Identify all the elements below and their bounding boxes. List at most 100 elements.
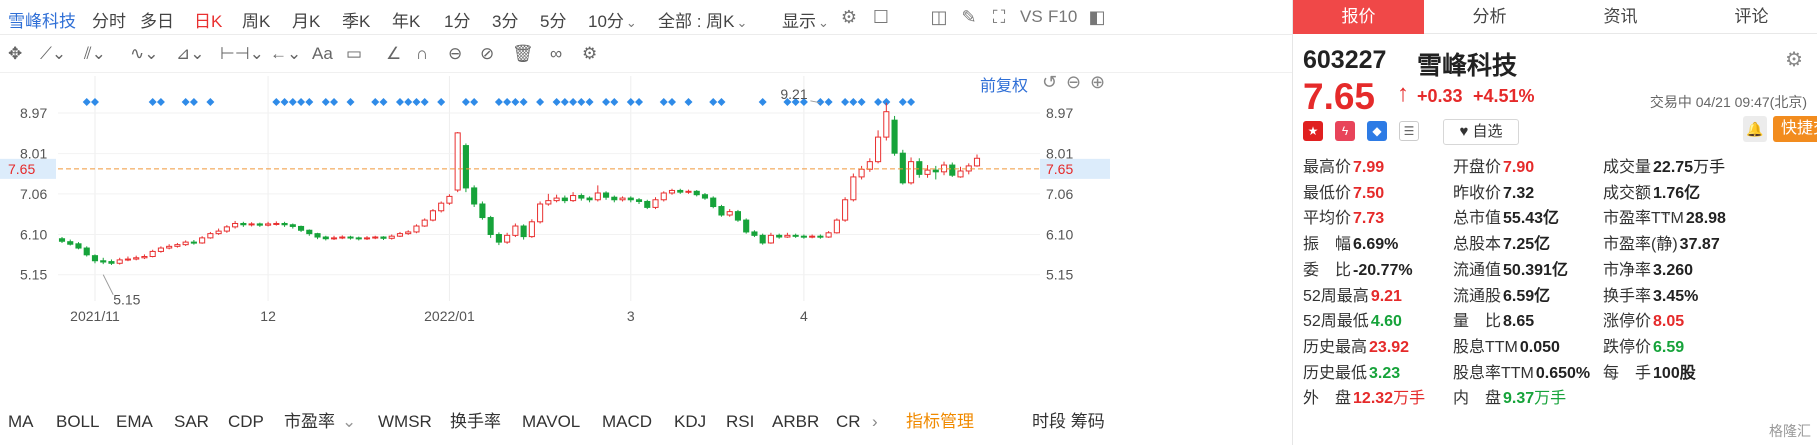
quote-label: 成交额 <box>1603 184 1652 202</box>
quote-value: 8.65 <box>1503 313 1535 331</box>
vs-button[interactable]: VS <box>1020 7 1043 27</box>
candle-body <box>388 235 395 239</box>
candle-body <box>512 225 519 236</box>
candle-body <box>652 199 659 208</box>
quote-label: 量 比 <box>1453 313 1502 331</box>
period-tab[interactable]: 多日 <box>140 7 174 32</box>
angle-tool-icon[interactable]: ∠ <box>386 44 401 64</box>
session-chips-toggle[interactable]: 时段 筹码 <box>1032 402 1105 442</box>
indicator-tab[interactable]: SAR <box>174 402 209 442</box>
period-tab[interactable]: 季K <box>342 7 370 32</box>
tab-news[interactable]: 资讯 <box>1555 0 1686 34</box>
f10-button[interactable]: F10 <box>1048 7 1077 27</box>
y-tick-label-right: 6.10 <box>1046 226 1073 242</box>
camera-icon[interactable]: ◫ <box>928 6 950 28</box>
quick-trade-button[interactable]: 快捷交易 <box>1773 116 1817 142</box>
bell-icon[interactable]: 🔔 <box>1743 116 1767 142</box>
indicator-tab[interactable]: ARBR <box>772 402 819 442</box>
period-tab[interactable]: 周K <box>242 7 270 32</box>
lock-icon[interactable]: ⊖ <box>448 44 462 64</box>
candle-body <box>256 223 263 226</box>
square-icon[interactable]: ☐ <box>870 6 892 28</box>
candlestick-chart[interactable]: 8.97 8.978.01 8.017.06 7.066.10 6.105.15 5.15… <box>0 76 1110 331</box>
text-tool-icon[interactable]: Aa <box>312 44 333 64</box>
wave-tool-icon[interactable]: ∿⌄ <box>130 44 159 64</box>
tab-comments[interactable]: 评论 <box>1686 0 1817 34</box>
move-icon[interactable]: ✥ <box>8 44 22 64</box>
candle-body <box>932 169 939 173</box>
candle-body <box>627 197 634 201</box>
chevron-down-icon[interactable]: ⌄ <box>342 402 356 442</box>
period-tab[interactable]: 1分 <box>444 7 470 32</box>
pencil-icon[interactable]: ✎ <box>958 6 980 28</box>
zoom-in-icon[interactable]: ⊕ <box>1090 72 1105 93</box>
magnet-icon[interactable]: ∩ <box>416 44 428 64</box>
period-tab[interactable]: 5分 <box>540 7 566 32</box>
fib-tool-icon[interactable]: ⊿⌄ <box>176 44 205 64</box>
watermark: 格隆汇 <box>1769 423 1811 439</box>
event-marker <box>395 98 404 106</box>
candle-body <box>446 195 453 204</box>
candle-body <box>858 168 865 178</box>
tab-quote[interactable]: 报价 <box>1293 0 1424 34</box>
zoom-out-icon[interactable]: ⊖ <box>1066 72 1081 93</box>
quote-value: 28.98 <box>1685 210 1726 228</box>
arrow-tool-icon[interactable]: ←⌄ <box>270 44 301 64</box>
indicator-bar: MA BOLL EMA SAR CDP 市盈率 ⌄ WMSR 换手率 MAVOL… <box>0 402 1292 442</box>
add-watchlist-label: 自选 <box>1472 123 1503 140</box>
quote-cell: 最低价 7.50 <box>1303 179 1384 203</box>
draw-settings-icon[interactable]: ⚙ <box>582 44 597 64</box>
quote-value: -20.77% <box>1353 261 1413 279</box>
tab-analysis[interactable]: 分析 <box>1424 0 1555 34</box>
settings-icon[interactable]: ⚙ <box>838 6 860 28</box>
quote-label: 最低价 <box>1303 184 1352 202</box>
more-icon[interactable]: ⋯ <box>1661 204 1677 224</box>
indicator-tab[interactable]: BOLL <box>56 402 99 442</box>
candle-body <box>108 261 115 264</box>
quote-cell: 最高价 7.99 <box>1303 153 1384 177</box>
indicator-tab[interactable]: KDJ <box>674 402 706 442</box>
adjust-mode-toggle[interactable]: 前复权 <box>980 72 1028 96</box>
event-marker <box>717 98 726 106</box>
stock-name-link[interactable]: 雪峰科技 <box>8 7 76 32</box>
fullscreen-icon[interactable]: ⛶ <box>988 6 1010 28</box>
quote-cell: 量 比 8.65 <box>1453 307 1534 331</box>
quote-value: 4.60 <box>1370 313 1402 331</box>
indicator-manage-button[interactable]: 指标管理 <box>906 402 974 442</box>
period-tab-dropdown[interactable]: 10分 <box>588 7 637 32</box>
period-tab[interactable]: 年K <box>392 7 420 32</box>
quote-value: 7.50 <box>1353 184 1385 202</box>
indicator-tab[interactable]: MACD <box>602 402 652 442</box>
period-tab[interactable]: 3分 <box>492 7 518 32</box>
collapse-panel-icon[interactable]: ◧ <box>1086 6 1108 28</box>
period-tab-active[interactable]: 日K <box>194 7 222 32</box>
range-tool-icon[interactable]: ⊢⊣⌄ <box>220 44 264 64</box>
indicator-tab[interactable]: MA <box>8 402 34 442</box>
delete-icon[interactable]: 🗑 <box>512 44 534 64</box>
indicator-tab[interactable]: 市盈率 <box>284 402 335 442</box>
indicator-tab[interactable]: 换手率 <box>450 402 501 442</box>
quote-value: 8.05 <box>1653 313 1685 331</box>
indicator-tab[interactable]: CDP <box>228 402 264 442</box>
range-select[interactable]: 全部 : 周K <box>658 7 747 32</box>
reset-zoom-icon[interactable]: ↺ <box>1042 72 1057 93</box>
event-marker <box>206 98 215 106</box>
indicator-tab[interactable]: CR <box>836 402 861 442</box>
chevron-right-icon[interactable]: › <box>872 402 878 442</box>
line-tool-icon[interactable]: ⟋⌄ <box>40 44 66 64</box>
indicator-tab[interactable]: MAVOL <box>522 402 580 442</box>
candle-body <box>83 247 90 256</box>
add-watchlist-button[interactable]: ♥ 自选 <box>1443 119 1519 145</box>
polyline-tool-icon[interactable]: ⫽⌄ <box>84 44 106 64</box>
link-icon[interactable]: ∞ <box>550 44 562 64</box>
indicator-tab[interactable]: RSI <box>726 402 754 442</box>
gear-icon[interactable]: ⚙ <box>1785 47 1803 72</box>
comment-tool-icon[interactable]: ▭ <box>346 44 362 64</box>
indicator-tab[interactable]: EMA <box>116 402 153 442</box>
document-icon[interactable]: ☰ <box>1399 121 1419 141</box>
period-tab[interactable]: 分时 <box>92 7 126 32</box>
indicator-tab[interactable]: WMSR <box>378 402 432 442</box>
display-menu[interactable]: 显示 <box>782 7 829 32</box>
hide-icon[interactable]: ⊘ <box>480 44 494 64</box>
period-tab[interactable]: 月K <box>292 7 320 32</box>
